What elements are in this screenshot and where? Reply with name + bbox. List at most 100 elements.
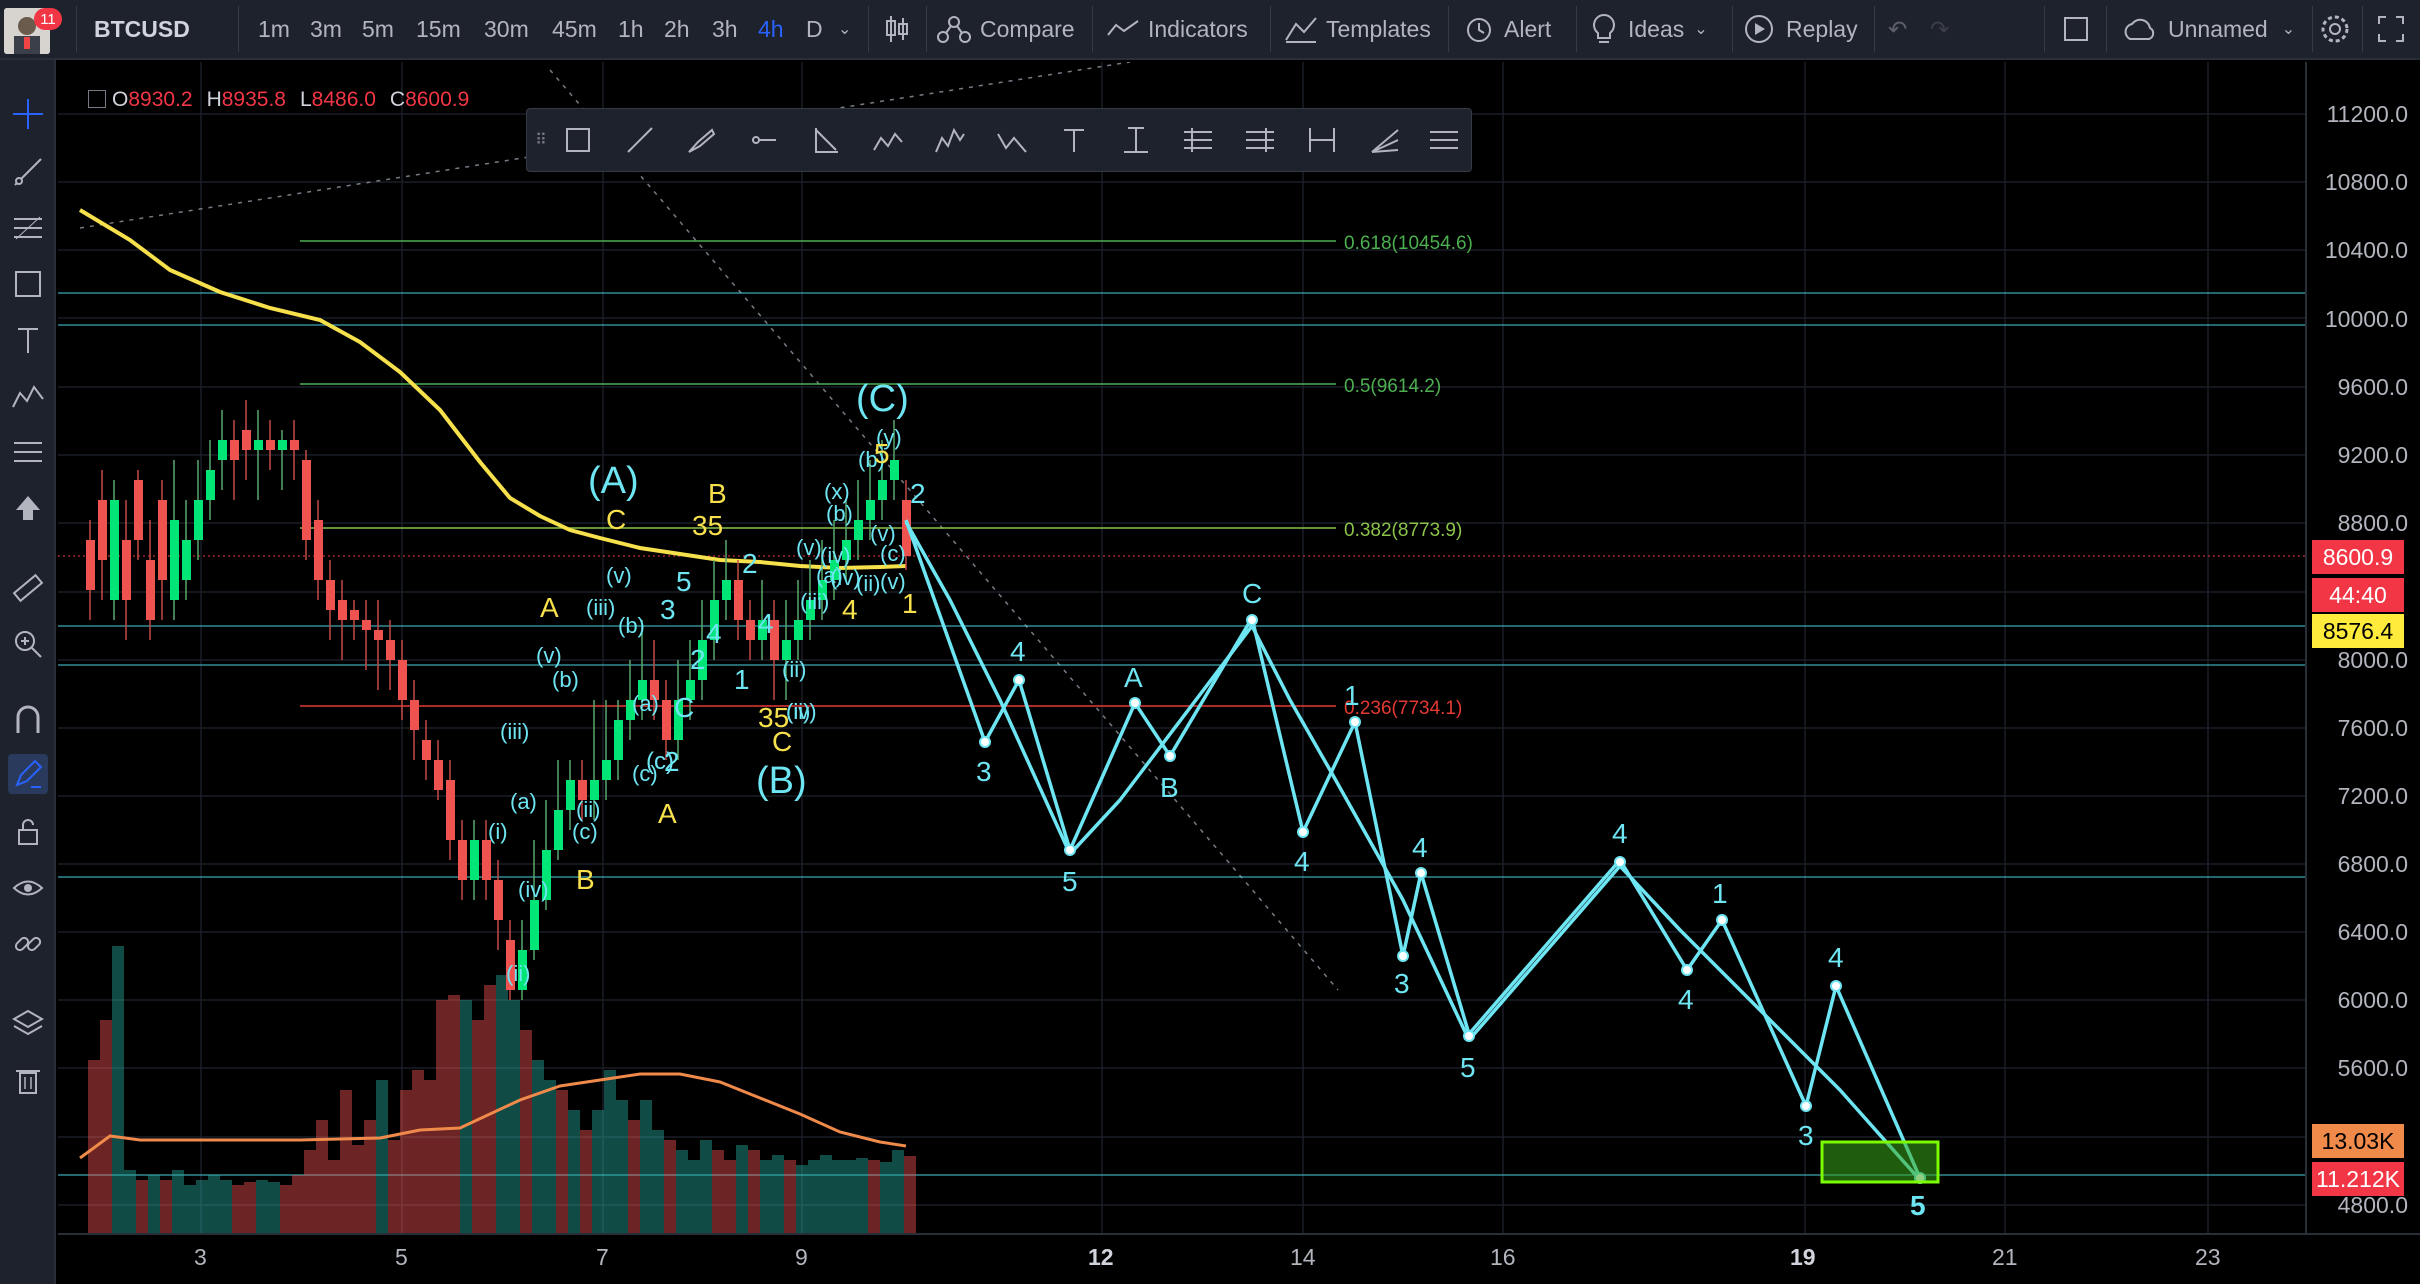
wave-label-ii-b: (ii) (782, 657, 807, 682)
link-icon[interactable] (8, 924, 48, 964)
wave-label-3-cyan: 3 (660, 594, 676, 625)
fib-label-0618: 0.618(10454.6) (1344, 233, 1473, 254)
zoom-in-icon[interactable] (8, 624, 48, 664)
horizontal-ray-icon[interactable] (743, 119, 785, 161)
wave-label-b-b: (b) (552, 667, 579, 692)
correction-wave-icon[interactable] (991, 119, 1033, 161)
impulse-wave-icon[interactable] (929, 119, 971, 161)
interval-45m[interactable]: 45m (552, 0, 597, 58)
fullscreen-expand-icon[interactable] (2376, 0, 2406, 58)
alert-button[interactable]: Alert (1462, 0, 1551, 58)
interval-dropdown-chevron-icon[interactable]: ⌄ (838, 0, 851, 58)
price-label-icon[interactable] (1115, 119, 1157, 161)
symbol-search[interactable]: BTCUSD (94, 0, 190, 58)
candle-body (410, 700, 419, 730)
top-toolbar: 11 BTCUSD 1m 3m 5m 15m 30m 45m 1h 2h 3h … (0, 0, 2420, 60)
undo-icon[interactable]: ↶ (1888, 0, 1907, 58)
magnet-icon[interactable] (8, 700, 48, 740)
trash-icon[interactable] (8, 1060, 48, 1100)
redo-icon[interactable]: ↷ (1930, 0, 1949, 58)
price-axis-label: 10800.0 (2324, 169, 2408, 195)
proj-label-3: 3 (976, 756, 992, 787)
line-tool-icon[interactable] (619, 119, 661, 161)
layout-chevron-icon: ⌄ (2281, 21, 2296, 38)
date-range-icon[interactable] (1301, 119, 1343, 161)
interval-3m[interactable]: 3m (310, 0, 342, 58)
candle-body (326, 580, 335, 610)
ruler-icon[interactable] (8, 568, 48, 608)
candle-body (890, 460, 899, 480)
interval-1d[interactable]: D (806, 0, 823, 58)
eye-icon[interactable] (8, 868, 48, 908)
ideas-button[interactable]: Ideas ⌄ (1590, 0, 1708, 58)
target-zone-box[interactable] (1820, 1140, 1940, 1184)
legend-collapse-toggle[interactable] (88, 90, 106, 108)
interval-4h[interactable]: 4h (758, 0, 784, 58)
candle-body (86, 540, 95, 590)
proj-label-2c: 1 (1712, 878, 1728, 909)
fib-channel-icon[interactable] (1177, 119, 1219, 161)
price-axis-label: 9600.0 (2337, 374, 2408, 400)
fib-retracement-icon[interactable] (8, 208, 48, 248)
interval-3h[interactable]: 3h (712, 0, 738, 58)
wave-label-A-major: (A) (588, 460, 639, 502)
time-axis-label: 3 (194, 1244, 207, 1270)
templates-label: Templates (1326, 15, 1431, 42)
price-axis-label: 6000.0 (2337, 987, 2408, 1013)
interval-2h[interactable]: 2h (664, 0, 690, 58)
candle-body (230, 440, 239, 460)
trend-line-icon[interactable] (8, 152, 48, 192)
candle-body (242, 430, 251, 450)
fib-extension-icon[interactable] (1239, 119, 1281, 161)
price-chart[interactable] (58, 62, 2420, 1284)
candle-body (422, 740, 431, 760)
candle-body (218, 440, 227, 460)
layout-save-button[interactable]: Unnamed ⌄ (2120, 0, 2295, 58)
interval-30m[interactable]: 30m (484, 0, 529, 58)
stay-in-drawing-mode-icon[interactable] (8, 754, 48, 794)
wave-label-c-paren-b: (c) (646, 748, 674, 775)
text-tool-icon[interactable] (1053, 119, 1095, 161)
replay-button[interactable]: Replay (1742, 0, 1858, 58)
interval-1m[interactable]: 1m (258, 0, 290, 58)
compare-button[interactable]: Compare (936, 0, 1075, 58)
candle-body (266, 440, 275, 450)
text-icon[interactable] (8, 320, 48, 360)
menu-lines-icon[interactable] (1423, 119, 1465, 161)
wave-label-ii: (ii) (506, 961, 531, 986)
abcde-pattern-icon[interactable] (867, 119, 909, 161)
time-axis-label: 12 (1088, 1244, 1114, 1270)
arrow-up-icon[interactable] (8, 488, 48, 528)
wave-label-35-yellow-b: 35 (758, 702, 790, 733)
templates-button[interactable]: Templates (1284, 0, 1431, 58)
lock-icon[interactable] (8, 812, 48, 852)
object-tree-layers-icon[interactable] (8, 1004, 48, 1044)
select-rectangle-icon[interactable] (557, 119, 599, 161)
interval-1h[interactable]: 1h (618, 0, 644, 58)
angle-tool-icon[interactable] (805, 119, 847, 161)
elliott-wave-icon[interactable] (8, 376, 48, 416)
proj-label-1: 4 (1294, 846, 1310, 877)
price-axis-label: 10000.0 (2324, 306, 2408, 332)
projection-icon[interactable] (8, 432, 48, 472)
fullscreen-layout-icon[interactable] (2062, 0, 2090, 58)
fib-fan-icon[interactable] (1363, 119, 1405, 161)
candle-body (866, 500, 875, 520)
settings-gear-icon[interactable] (2318, 0, 2352, 58)
indicators-button[interactable]: Indicators (1106, 0, 1248, 58)
crosshair-icon[interactable] (8, 94, 48, 134)
interval-5m[interactable]: 5m (362, 0, 394, 58)
price-axis-label: 8000.0 (2337, 647, 2408, 673)
candle-body (302, 460, 311, 540)
interval-15m[interactable]: 15m (416, 0, 461, 58)
chart-type-candles-icon[interactable] (880, 0, 914, 58)
brush-icon[interactable] (681, 119, 723, 161)
price-axis-label: 10400.0 (2324, 237, 2408, 263)
ideas-chevron-icon: ⌄ (1694, 21, 1708, 38)
drag-handle-icon[interactable]: ⠿ (531, 119, 551, 161)
indicators-label: Indicators (1148, 15, 1248, 42)
alarm-clock-icon (1467, 18, 1491, 42)
layout-name: Unnamed (2168, 15, 2268, 42)
rectangle-icon[interactable] (8, 264, 48, 304)
candle-body (122, 540, 131, 600)
